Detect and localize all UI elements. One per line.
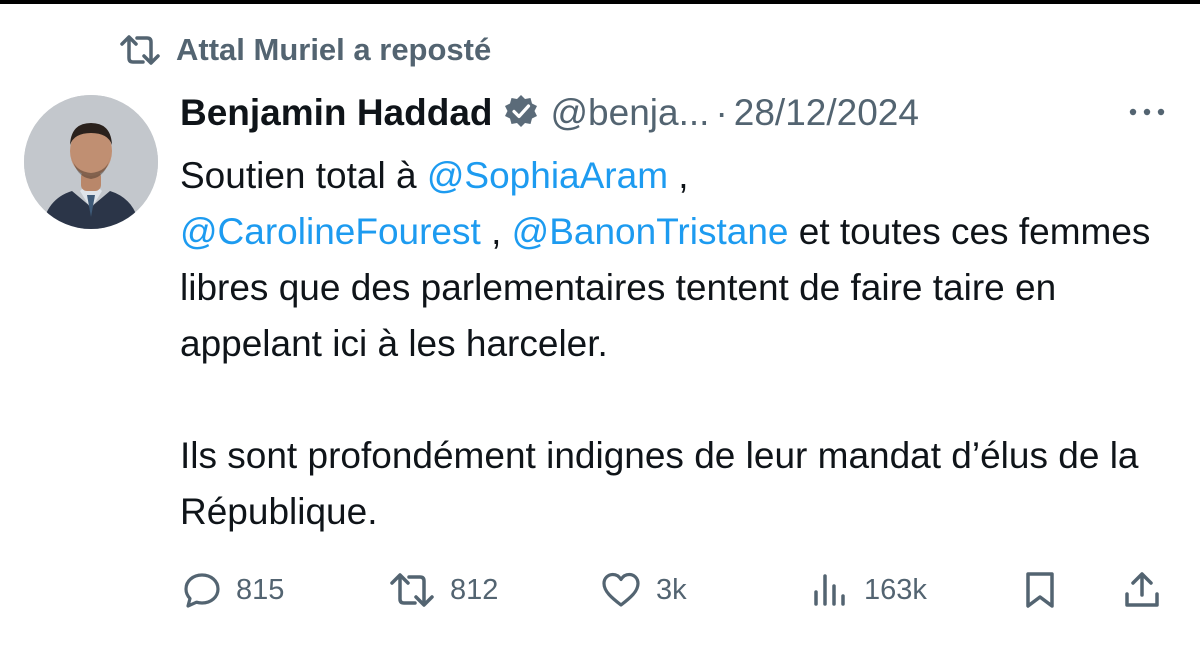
tweet-paragraph-1: Soutien total à @SophiaAram , @CarolineF… bbox=[180, 148, 1180, 372]
repost-icon bbox=[388, 570, 436, 610]
heart-icon bbox=[600, 570, 642, 610]
top-edge-bar bbox=[0, 0, 1200, 4]
avatar[interactable] bbox=[24, 95, 158, 229]
repost-context[interactable]: Attal Muriel a reposté bbox=[118, 28, 491, 72]
reply-count: 815 bbox=[236, 573, 285, 606]
repost-button[interactable]: 812 bbox=[388, 562, 498, 618]
share-button[interactable] bbox=[1122, 562, 1162, 618]
header-separator: · bbox=[715, 92, 728, 133]
tweet-date[interactable]: 28/12/2024 bbox=[734, 92, 919, 134]
views-button[interactable]: 163k bbox=[810, 562, 927, 618]
share-icon bbox=[1122, 569, 1162, 611]
reply-button[interactable]: 815 bbox=[182, 562, 284, 618]
tweet-text: Soutien total à @SophiaAram , @CarolineF… bbox=[180, 148, 1180, 540]
mention-sophiaaram[interactable]: @SophiaAram bbox=[427, 155, 668, 196]
author-name[interactable]: Benjamin Haddad bbox=[180, 92, 493, 134]
mention-carolinefourest[interactable]: @CarolineFourest bbox=[180, 211, 481, 252]
mention-banontristane[interactable]: @BanonTristane bbox=[512, 211, 789, 252]
like-button[interactable]: 3k bbox=[600, 562, 687, 618]
repost-count: 812 bbox=[450, 573, 499, 606]
verified-badge-icon bbox=[503, 93, 539, 134]
bar-chart-icon bbox=[810, 570, 850, 610]
tweet-header: Benjamin Haddad @benja... · 28/12/2024 bbox=[180, 88, 1080, 138]
tweet-paragraph-2: Ils sont profondément indignes de leur m… bbox=[180, 435, 1139, 532]
like-count: 3k bbox=[656, 573, 687, 606]
tweet-text-segment: , bbox=[480, 211, 512, 252]
view-count: 163k bbox=[864, 573, 927, 606]
reply-icon bbox=[182, 570, 222, 610]
tweet-text-segment: Soutien total à bbox=[180, 155, 427, 196]
repost-icon bbox=[118, 32, 162, 68]
action-bar: 815 812 3k 163k bbox=[0, 562, 1200, 618]
bookmark-button[interactable] bbox=[1020, 562, 1060, 618]
bookmark-icon bbox=[1020, 569, 1060, 611]
author-handle[interactable]: @benja... bbox=[551, 92, 710, 134]
tweet-text-segment: , bbox=[668, 155, 689, 196]
repost-label: Attal Muriel a reposté bbox=[176, 32, 492, 67]
more-options-icon[interactable] bbox=[1124, 100, 1170, 124]
